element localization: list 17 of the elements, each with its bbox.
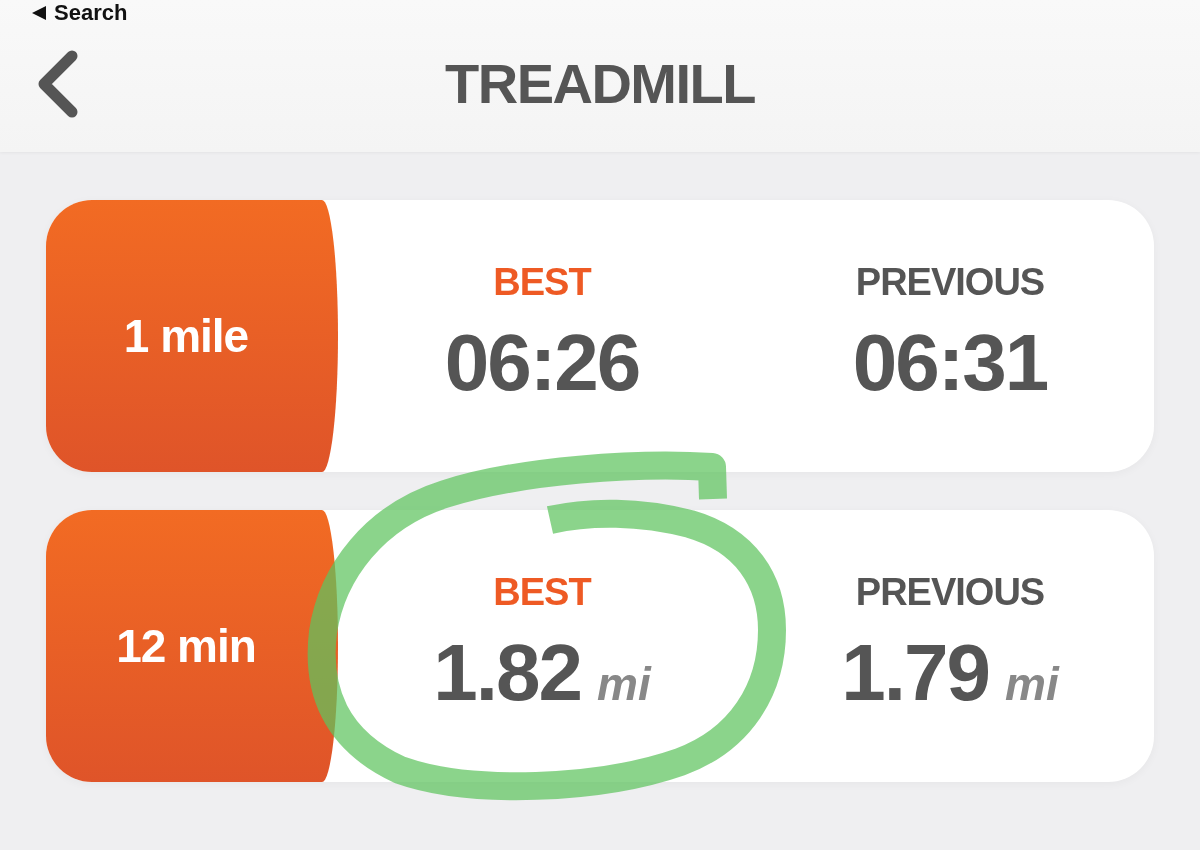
stat-label: BEST <box>493 261 591 303</box>
page-title: TREADMILL <box>445 52 755 116</box>
back-button[interactable] <box>38 50 78 118</box>
back-triangle-icon <box>32 6 46 20</box>
stat-label: BEST <box>493 571 591 613</box>
stat-value: 06:31 <box>852 321 1048 405</box>
stat-value: 1.79 <box>841 631 989 715</box>
stat-value: 1.82 <box>433 631 581 715</box>
stat-label: PREVIOUS <box>855 571 1045 613</box>
unit-label: mi <box>597 659 651 709</box>
distance-banner: 1 mile <box>46 200 338 472</box>
chevron-left-icon <box>38 50 78 118</box>
unit-label: mi <box>1005 659 1059 709</box>
stat-label: PREVIOUS <box>855 261 1045 303</box>
stat-value: 06:26 <box>444 321 640 405</box>
back-to-search-link[interactable]: Search <box>32 1 128 25</box>
distance-banner: 12 min <box>46 510 338 782</box>
